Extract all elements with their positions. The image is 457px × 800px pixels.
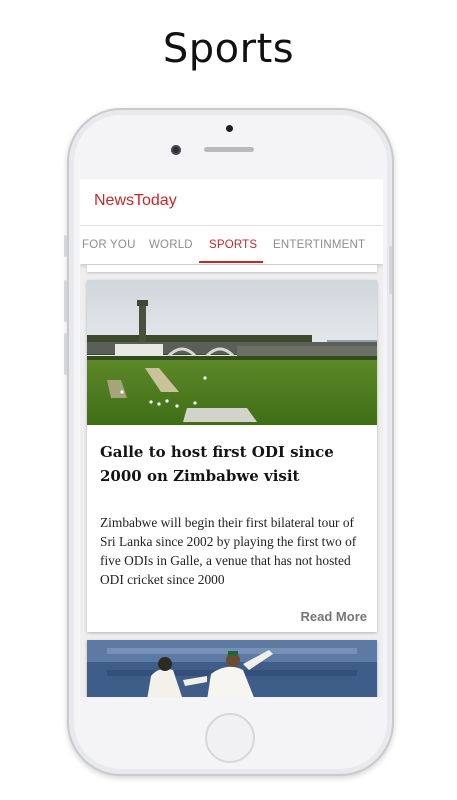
app-title: NewsToday	[94, 192, 177, 209]
phone-power-button	[389, 246, 392, 294]
cricket-stadium-photo	[87, 280, 377, 425]
phone-sensor	[226, 125, 233, 132]
article-card-2[interactable]	[87, 640, 377, 697]
phone-screen: NewsToday FOR YOU WORLD SPORTS ENTERTINM…	[80, 179, 383, 697]
read-more-button[interactable]: Read More	[301, 609, 367, 624]
page-heading: Sports	[162, 26, 295, 72]
phone-volume-down-button	[64, 333, 67, 375]
tab-for-you[interactable]: FOR YOU	[82, 226, 136, 264]
article-summary: Zimbabwe will begin their first bilatera…	[100, 515, 357, 587]
category-tabs: FOR YOU WORLD SPORTS ENTERTINMENT	[80, 226, 383, 264]
active-tab-indicator	[199, 261, 263, 263]
phone-camera-icon	[171, 145, 181, 155]
article-card[interactable]: Galle to host first ODI since 2000 on Zi…	[87, 280, 377, 632]
tab-world[interactable]: WORLD	[149, 226, 193, 264]
phone-volume-up-button	[64, 280, 67, 322]
app-bar: NewsToday	[80, 179, 383, 226]
home-button[interactable]	[205, 713, 255, 763]
phone-speaker	[204, 147, 254, 152]
tab-sports[interactable]: SPORTS	[209, 226, 257, 264]
previous-card-edge	[87, 265, 377, 272]
article-title[interactable]: Galle to host first ODI since 2000 on Zi…	[100, 440, 364, 488]
phone-side-button-left	[64, 235, 67, 257]
cricket-players-celebration-photo	[87, 640, 377, 697]
tab-entertainment[interactable]: ENTERTINMENT	[273, 226, 365, 264]
